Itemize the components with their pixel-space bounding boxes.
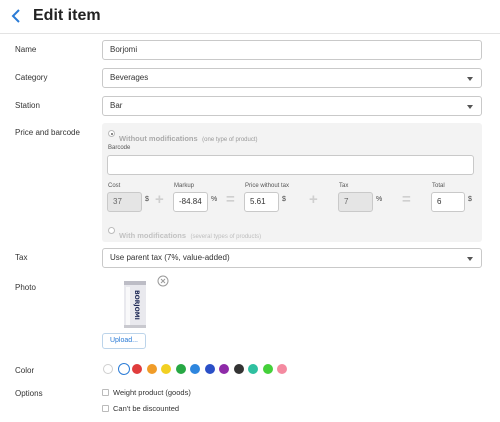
tax-select[interactable]: Use parent tax (7%, value-added) bbox=[102, 248, 482, 268]
station-label: Station bbox=[15, 101, 40, 110]
color-swatch[interactable] bbox=[233, 364, 244, 374]
station-select[interactable]: Bar bbox=[102, 96, 482, 116]
no-discount-label: Can't be discounted bbox=[113, 404, 180, 413]
category-select[interactable]: Beverages bbox=[102, 68, 482, 88]
without-modifications-label: Without modifications bbox=[119, 134, 198, 143]
total-label: Total bbox=[432, 183, 445, 189]
barcode-input[interactable] bbox=[107, 155, 474, 175]
color-label: Color bbox=[15, 366, 35, 375]
with-modifications-label: With modifications bbox=[119, 231, 187, 240]
cost-unit: $ bbox=[145, 196, 149, 203]
no-discount-checkbox[interactable] bbox=[102, 405, 109, 412]
tax-field-input[interactable]: 7 bbox=[338, 192, 373, 212]
name-label: Name bbox=[15, 45, 37, 54]
color-swatch[interactable] bbox=[117, 363, 130, 375]
without-modifications-radio[interactable] bbox=[108, 130, 115, 137]
tax-field-unit: % bbox=[376, 196, 383, 203]
color-swatch[interactable] bbox=[175, 364, 186, 374]
barcode-label: Barcode bbox=[108, 145, 131, 151]
upload-button[interactable]: Upload... bbox=[102, 333, 146, 349]
price-section: Without modifications (one type of produ… bbox=[102, 123, 482, 242]
without-modifications-text: Without modifications (one type of produ… bbox=[119, 128, 258, 146]
color-swatch[interactable] bbox=[132, 364, 142, 374]
price-label: Price and barcode bbox=[15, 128, 80, 137]
remove-photo-icon[interactable] bbox=[157, 275, 169, 287]
color-swatch[interactable] bbox=[103, 364, 113, 374]
photo-label: Photo bbox=[15, 283, 36, 292]
with-modifications-text: With modifications (several types of pro… bbox=[119, 225, 261, 243]
plus-sign: + bbox=[155, 191, 164, 208]
tax-value: Use parent tax (7%, value-added) bbox=[110, 253, 230, 262]
color-swatch[interactable] bbox=[219, 364, 229, 374]
chevron-left-icon[interactable] bbox=[10, 8, 24, 24]
cost-label: Cost bbox=[108, 183, 121, 189]
category-value: Beverages bbox=[110, 73, 149, 82]
weight-product-checkbox[interactable] bbox=[102, 389, 109, 396]
category-label: Category bbox=[15, 73, 48, 82]
without-modifications-hint: (one type of product) bbox=[202, 137, 258, 143]
station-value: Bar bbox=[110, 101, 123, 110]
color-swatch[interactable] bbox=[248, 364, 258, 374]
header-bar: Edit item bbox=[0, 0, 500, 34]
with-modifications-hint: (several types of products) bbox=[190, 234, 262, 240]
equals-sign: = bbox=[226, 191, 235, 208]
cost-input[interactable]: 37 bbox=[107, 192, 142, 212]
markup-input[interactable]: -84.84 bbox=[173, 192, 208, 212]
price-without-tax-input[interactable]: 5.61 bbox=[244, 192, 279, 212]
page-title: Edit item bbox=[33, 7, 101, 24]
with-modifications-radio[interactable] bbox=[108, 227, 115, 234]
can-brand-text: BORJOMI bbox=[133, 290, 140, 320]
price-without-tax-unit: $ bbox=[282, 196, 286, 203]
weight-product-label: Weight product (goods) bbox=[113, 388, 191, 397]
color-swatch[interactable] bbox=[277, 364, 287, 374]
price-without-tax-label: Price without tax bbox=[245, 183, 290, 189]
color-swatch[interactable] bbox=[262, 364, 273, 374]
total-input[interactable]: 6 bbox=[431, 192, 465, 212]
markup-label: Markup bbox=[174, 183, 195, 189]
options-label: Options bbox=[15, 389, 43, 398]
color-swatch[interactable] bbox=[161, 364, 171, 374]
equals-sign-2: = bbox=[402, 191, 411, 208]
color-swatch[interactable] bbox=[190, 364, 200, 374]
color-swatch[interactable] bbox=[146, 364, 157, 374]
total-unit: $ bbox=[468, 196, 472, 203]
name-input[interactable]: Borjomi bbox=[102, 40, 482, 60]
tax-label: Tax bbox=[15, 253, 28, 262]
plus-sign-2: + bbox=[309, 191, 318, 208]
tax-field-label: Tax bbox=[339, 183, 349, 189]
color-swatch[interactable] bbox=[204, 364, 215, 374]
markup-unit: % bbox=[211, 196, 218, 203]
